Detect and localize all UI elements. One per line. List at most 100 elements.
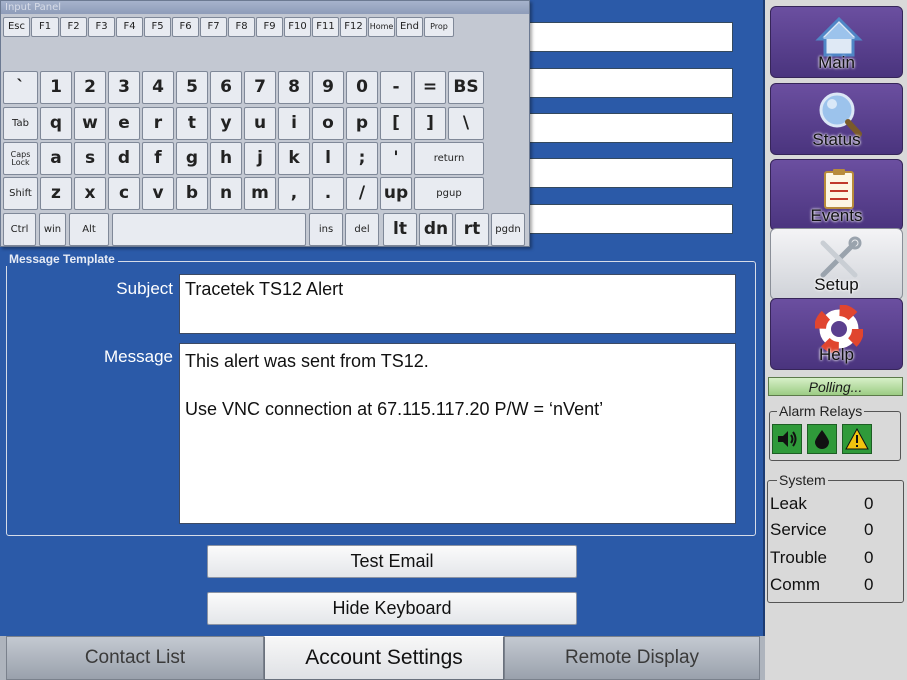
key-3[interactable]: 3: [108, 71, 140, 104]
key-5[interactable]: 5: [176, 71, 208, 104]
subject-input[interactable]: Tracetek TS12 Alert: [179, 274, 736, 334]
key-g[interactable]: g: [176, 142, 208, 175]
email-field-5[interactable]: [528, 204, 733, 234]
key-f6[interactable]: F6: [172, 17, 199, 37]
key-ctrl[interactable]: Ctrl: [3, 213, 36, 246]
key-space[interactable]: [112, 213, 306, 246]
key-o[interactable]: o: [312, 107, 344, 140]
key-f3[interactable]: F3: [88, 17, 115, 37]
message-input[interactable]: This alert was sent from TS12. Use VNC c…: [179, 343, 736, 524]
key-f10[interactable]: F10: [284, 17, 311, 37]
key--[interactable]: [: [380, 107, 412, 140]
email-field-4[interactable]: [528, 158, 733, 188]
key--[interactable]: ;: [346, 142, 378, 175]
key--[interactable]: ]: [414, 107, 446, 140]
key-end[interactable]: End: [396, 17, 423, 37]
key-label: 5: [186, 77, 198, 97]
key-e[interactable]: e: [108, 107, 140, 140]
key-f[interactable]: f: [142, 142, 174, 175]
key-f11[interactable]: F11: [312, 17, 339, 37]
nav-main-button[interactable]: Main: [770, 6, 903, 78]
test-email-button[interactable]: Test Email: [207, 545, 577, 578]
key-a[interactable]: a: [40, 142, 72, 175]
key-z[interactable]: z: [40, 177, 72, 210]
key-u[interactable]: u: [244, 107, 276, 140]
key--[interactable]: \: [448, 107, 484, 140]
tab-remote-display[interactable]: Remote Display: [504, 636, 760, 680]
key-return[interactable]: return: [414, 142, 484, 175]
key-bs[interactable]: BS: [448, 71, 484, 104]
key-b[interactable]: b: [176, 177, 208, 210]
nav-events-button[interactable]: Events: [770, 159, 903, 231]
key-t[interactable]: t: [176, 107, 208, 140]
key-1[interactable]: 1: [40, 71, 72, 104]
key-f7[interactable]: F7: [200, 17, 227, 37]
key-n[interactable]: n: [210, 177, 242, 210]
key-k[interactable]: k: [278, 142, 310, 175]
nav-help-button[interactable]: Help: [770, 298, 903, 370]
keyboard-titlebar[interactable]: Input Panel: [1, 1, 529, 14]
key-s[interactable]: s: [74, 142, 106, 175]
key-l[interactable]: l: [312, 142, 344, 175]
key-alt[interactable]: Alt: [69, 213, 109, 246]
key-lt[interactable]: lt: [383, 213, 417, 246]
key-c[interactable]: c: [108, 177, 140, 210]
key-x[interactable]: x: [74, 177, 106, 210]
email-field-3[interactable]: [528, 113, 733, 143]
key-tab[interactable]: Tab: [3, 107, 38, 140]
key--[interactable]: -: [380, 71, 412, 104]
key-rt[interactable]: rt: [455, 213, 489, 246]
key-f12[interactable]: F12: [340, 17, 367, 37]
key-r[interactable]: r: [142, 107, 174, 140]
key-f1[interactable]: F1: [31, 17, 59, 37]
key-y[interactable]: y: [210, 107, 242, 140]
key-7[interactable]: 7: [244, 71, 276, 104]
key-m[interactable]: m: [244, 177, 276, 210]
key-ins[interactable]: ins: [309, 213, 343, 246]
key-dn[interactable]: dn: [419, 213, 453, 246]
key-prop[interactable]: Prop: [424, 17, 454, 37]
key-shift[interactable]: Shift: [3, 177, 38, 210]
key-j[interactable]: j: [244, 142, 276, 175]
key--[interactable]: =: [414, 71, 446, 104]
key-h[interactable]: h: [210, 142, 242, 175]
email-field-1[interactable]: [528, 22, 733, 52]
key-caps-lock[interactable]: Caps Lock: [3, 142, 38, 175]
key-del[interactable]: del: [345, 213, 379, 246]
key-esc[interactable]: Esc: [3, 17, 30, 37]
key-i[interactable]: i: [278, 107, 310, 140]
key--[interactable]: ': [380, 142, 412, 175]
nav-setup-button[interactable]: Setup: [770, 228, 903, 300]
key-pgdn[interactable]: pgdn: [491, 213, 525, 246]
key--[interactable]: `: [3, 71, 38, 104]
key-9[interactable]: 9: [312, 71, 344, 104]
key-v[interactable]: v: [142, 177, 174, 210]
key--[interactable]: ,: [278, 177, 310, 210]
key-f9[interactable]: F9: [256, 17, 283, 37]
key-pgup[interactable]: pgup: [414, 177, 484, 210]
system-service-value: 0: [864, 520, 874, 539]
key-w[interactable]: w: [74, 107, 106, 140]
key-f5[interactable]: F5: [144, 17, 171, 37]
key-f4[interactable]: F4: [116, 17, 143, 37]
key--[interactable]: .: [312, 177, 344, 210]
key-2[interactable]: 2: [74, 71, 106, 104]
tab-contact-list[interactable]: Contact List: [6, 636, 264, 680]
email-field-2[interactable]: [528, 68, 733, 98]
hide-keyboard-button[interactable]: Hide Keyboard: [207, 592, 577, 625]
key-q[interactable]: q: [40, 107, 72, 140]
key-d[interactable]: d: [108, 142, 140, 175]
key--[interactable]: /: [346, 177, 378, 210]
key-6[interactable]: 6: [210, 71, 242, 104]
key-p[interactable]: p: [346, 107, 378, 140]
nav-status-button[interactable]: Status: [770, 83, 903, 155]
tab-account-settings[interactable]: Account Settings: [264, 636, 504, 680]
key-up[interactable]: up: [380, 177, 412, 210]
key-win[interactable]: win: [39, 213, 66, 246]
key-home[interactable]: Home: [368, 17, 395, 37]
key-f2[interactable]: F2: [60, 17, 87, 37]
key-f8[interactable]: F8: [228, 17, 255, 37]
key-4[interactable]: 4: [142, 71, 174, 104]
key-0[interactable]: 0: [346, 71, 378, 104]
key-8[interactable]: 8: [278, 71, 310, 104]
